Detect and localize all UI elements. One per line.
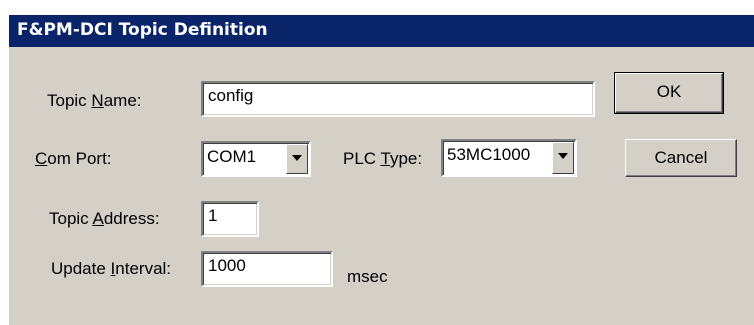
- window-title: F&PM-DCI Topic Definition: [17, 20, 268, 40]
- ok-button[interactable]: OK: [614, 72, 724, 114]
- cancel-button[interactable]: Cancel: [625, 139, 737, 177]
- plc-type-dropdown-button[interactable]: [552, 142, 574, 174]
- com-port-value: COM1: [207, 147, 257, 166]
- plc-type-label: PLC Type:: [343, 149, 423, 168]
- chevron-down-icon: [558, 153, 568, 159]
- plc-type-select[interactable]: 53MC1000: [441, 139, 577, 177]
- update-interval-label: Update Interval:: [51, 259, 172, 278]
- chevron-down-icon: [292, 155, 302, 161]
- title-bar[interactable]: F&PM-DCI Topic Definition: [9, 15, 754, 47]
- topic-name-label: Topic Name:: [47, 91, 142, 110]
- com-port-label: Com Port:: [35, 149, 112, 168]
- com-port-dropdown-button[interactable]: [286, 144, 308, 174]
- topic-name-input[interactable]: config: [201, 81, 595, 117]
- update-interval-input[interactable]: 1000: [201, 251, 333, 287]
- cancel-button-label: Cancel: [654, 148, 708, 167]
- topic-address-label: Topic Address:: [49, 209, 160, 228]
- plc-type-value: 53MC1000: [447, 145, 531, 164]
- topic-address-input[interactable]: 1: [201, 201, 259, 237]
- topic-definition-dialog: F&PM-DCI Topic Definition Topic Name: co…: [8, 14, 754, 325]
- update-interval-unit: msec: [347, 267, 388, 286]
- ok-button-label: OK: [656, 82, 682, 101]
- com-port-select[interactable]: COM1: [201, 141, 311, 177]
